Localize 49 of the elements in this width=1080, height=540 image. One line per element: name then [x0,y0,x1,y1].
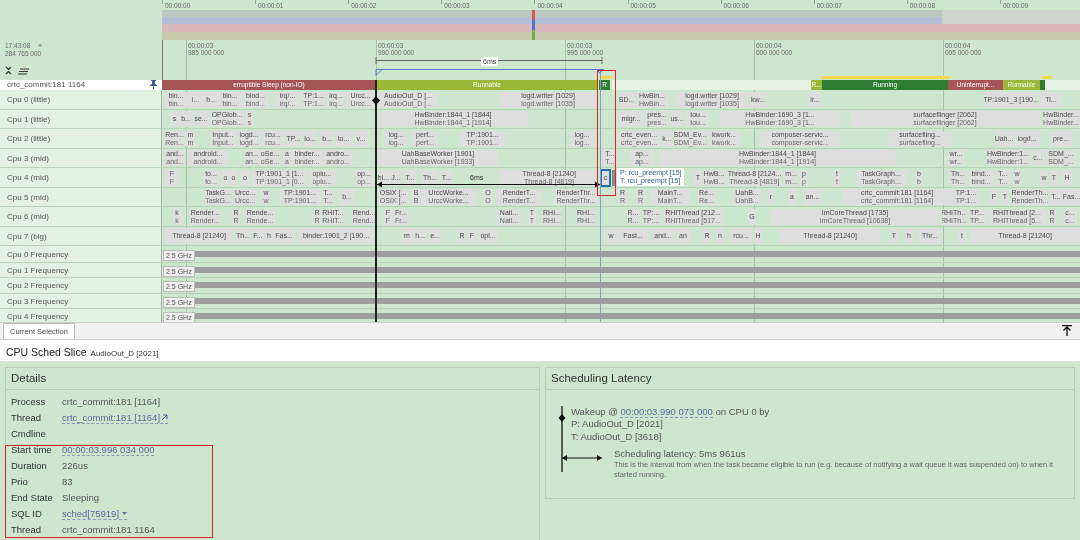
track-name: Cpu 4 (mid) [7,174,49,182]
track-name: crtc_commit:181 1164 [7,81,86,89]
field-value: 83 [62,475,73,490]
external-link-icon [161,413,169,421]
pin-icon[interactable] [150,80,157,89]
panel-title: CPU Sched Slice [6,345,87,360]
collapse-all-icon[interactable] [5,66,12,75]
menu-lines-icon[interactable] [18,68,29,75]
section-title: Scheduling Latency [551,370,652,386]
field-label: Thread [11,523,43,538]
track-name: Cpu 2 (little) [7,135,51,143]
track-name: Cpu 1 (little) [7,115,51,124]
field-label: SQL ID [11,507,43,522]
cpu-usage-bar [600,76,612,79]
timestamp-link[interactable]: 00:00:03.996 034 000 [62,444,155,457]
latency-value: Scheduling latency: 5ms 961us [614,448,747,461]
field-label: Duration [11,459,48,474]
field-label: Thread [11,410,43,425]
field-value: 226us [62,459,88,474]
field-label: End State [11,491,54,506]
track-name: Cpu 0 Frequency [7,251,69,259]
field-label: Process [11,394,47,409]
track-name: Cpu 2 Frequency [7,282,69,290]
cpu-usage-bar [1042,76,1052,79]
sql-id-link[interactable]: sched[75919] [62,508,128,521]
caret-icon [122,512,128,516]
field-value: crtc_commit:181 [1164] [62,394,161,409]
field-label: Prio [11,475,29,490]
thread-link[interactable]: crtc_commit:181 [1164] [62,411,169,424]
track-name: Cpu 7 (big) [7,232,47,241]
section-title: Details [11,370,47,386]
track-name: Cpu 6 (mid) [7,213,49,221]
waker-thread: T: AudioOut_D [3618] [571,430,663,444]
waker-process: P: AudioOut_D [2021] [571,418,664,431]
field-label: Start time [11,442,53,457]
timestamp-link[interactable]: 00:00:03.990 073 000 [620,405,713,418]
maximize-panel-icon[interactable] [1062,325,1072,336]
field-value: crtc_commit:181 1164 [62,523,155,538]
field-label: Cmdline [11,426,47,441]
wakeup-diamond-icon [372,96,380,105]
field-value: Sleeping [62,491,99,506]
track-name: Cpu 0 (little) [7,96,51,104]
panel-subtitle: AudioOut_D [2021] [90,348,159,360]
track-name: Cpu 3 (mid) [7,154,49,163]
track-name: Cpu 4 Frequency [7,313,69,321]
wakeup-text: Wakeup @ 00:00:03.990 073 000 on CPU 0 by [571,405,771,419]
track-name: Cpu 1 Frequency [7,266,69,275]
track-name: Cpu 3 Frequency [7,297,69,306]
track-name: Cpu 5 (mid) [7,193,49,202]
